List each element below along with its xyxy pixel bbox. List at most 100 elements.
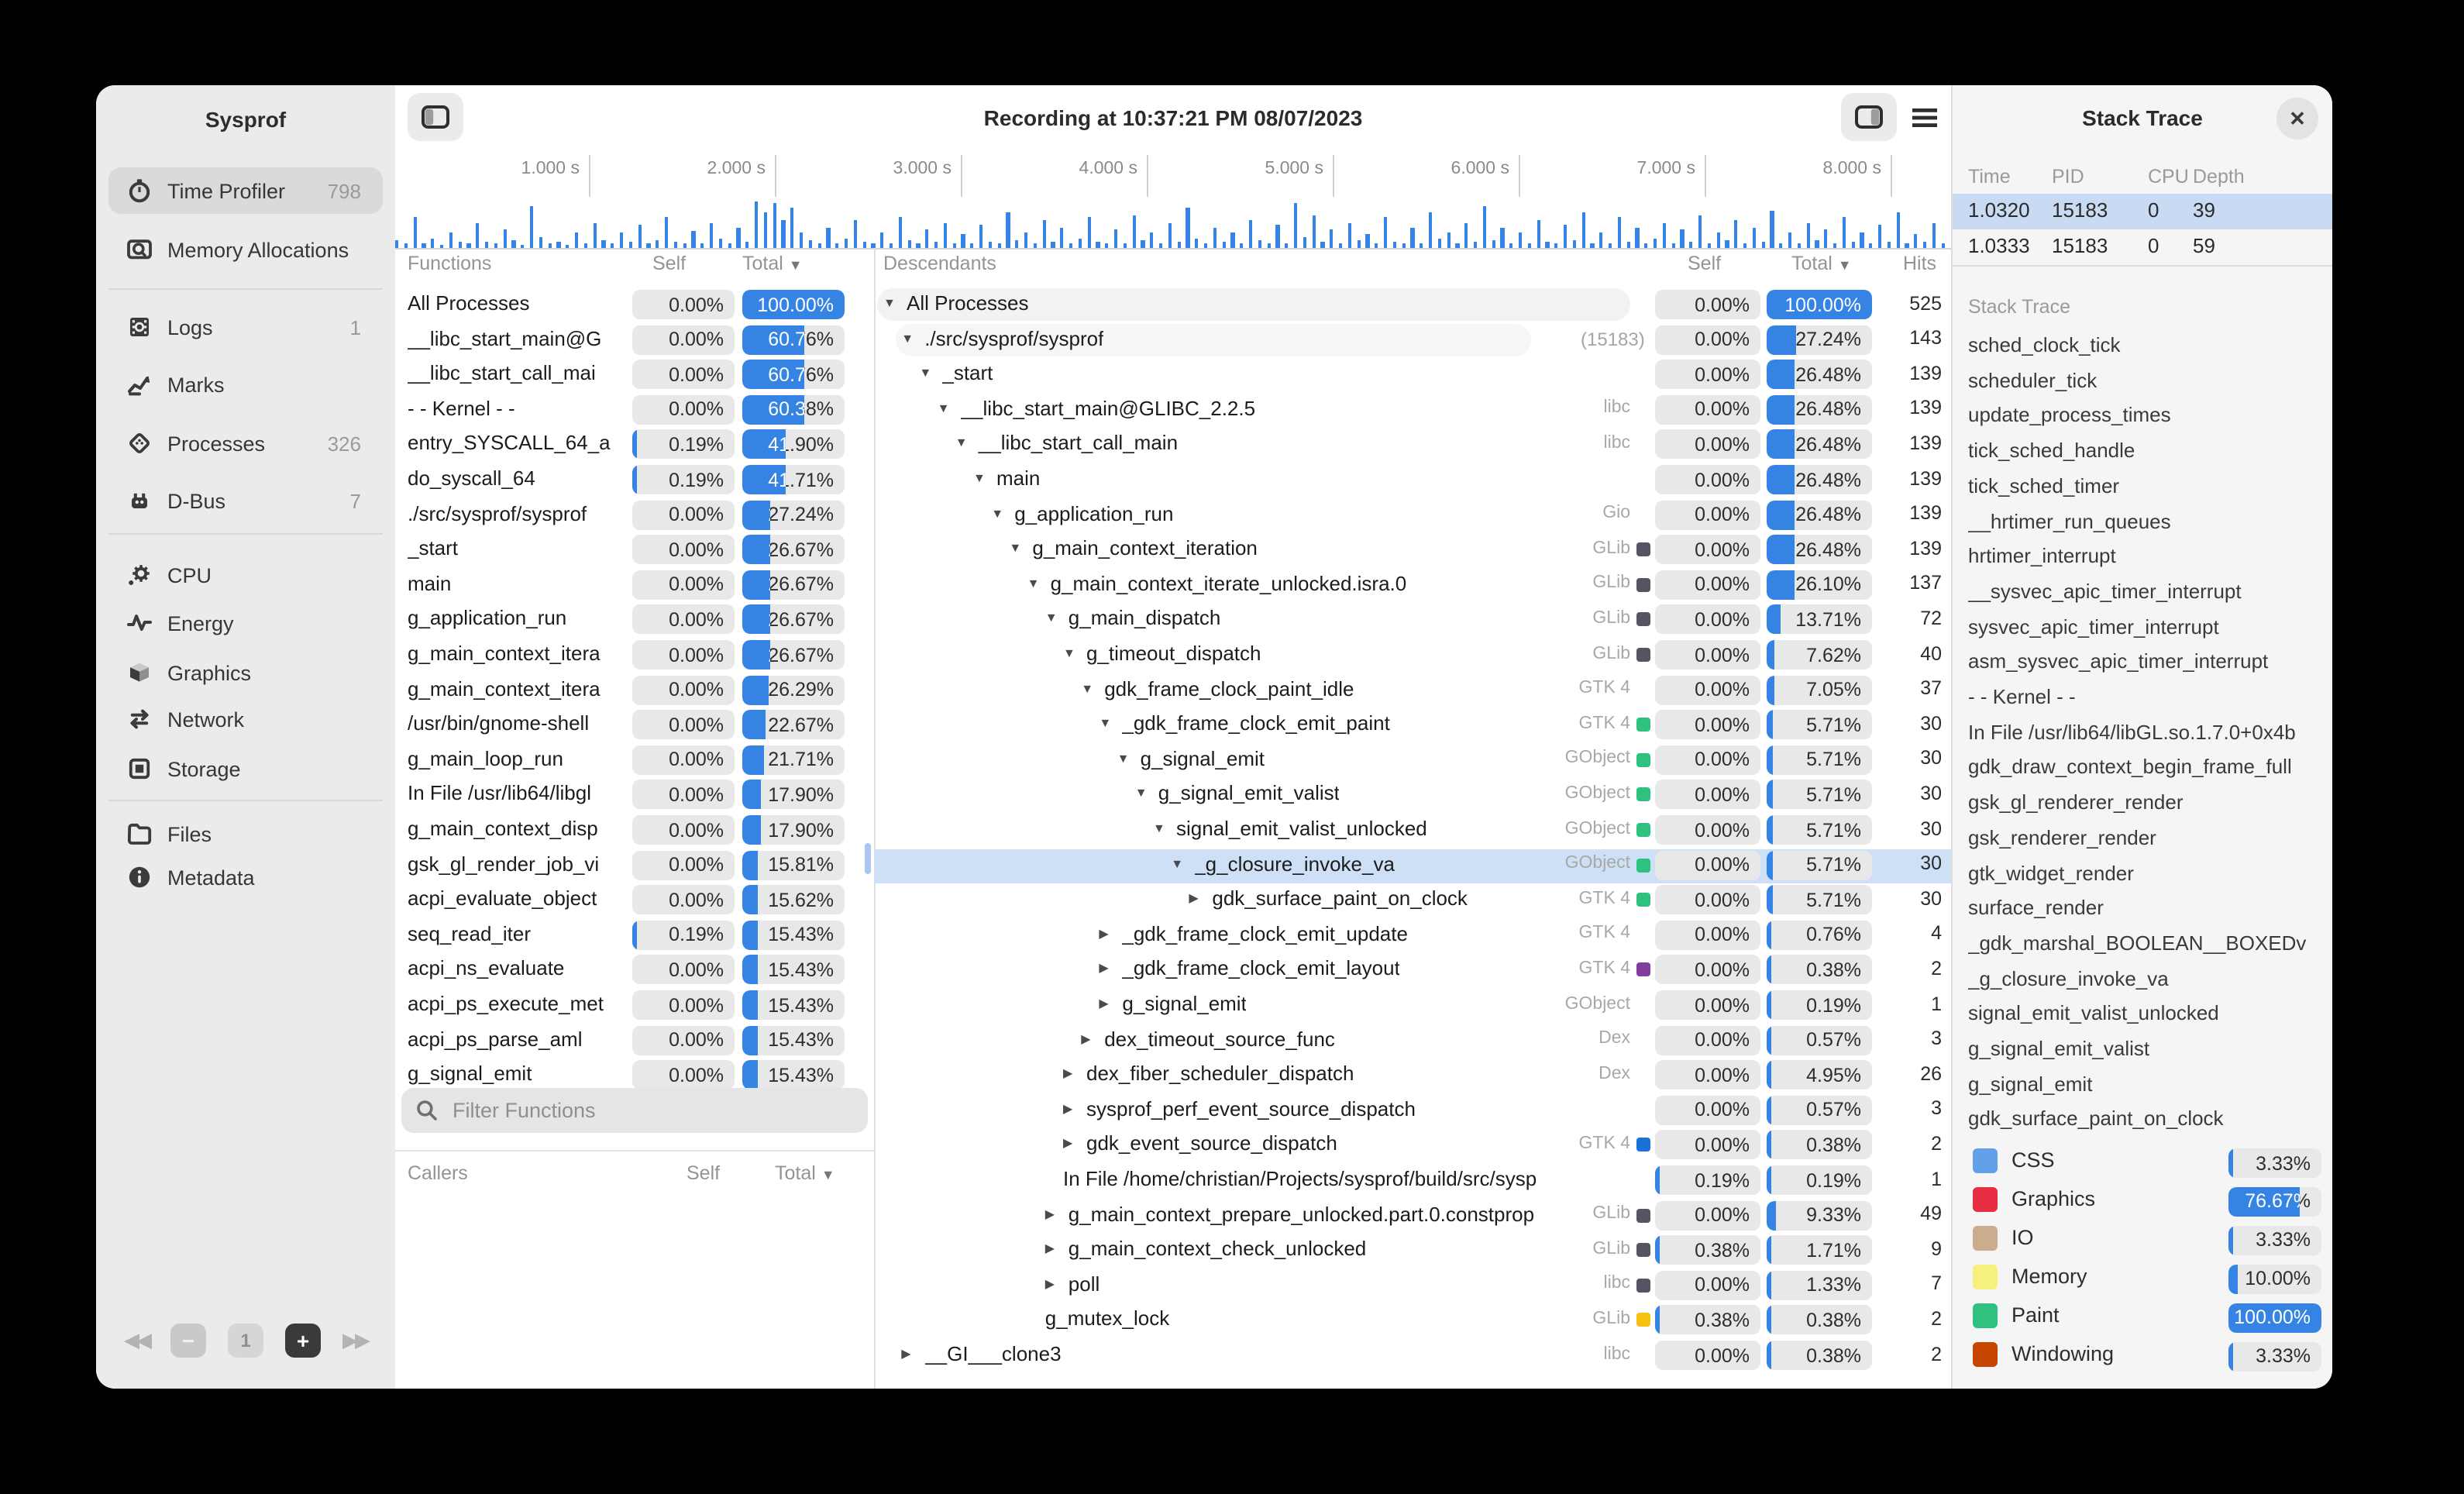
expander-closed-icon[interactable]: ▶ — [1045, 1277, 1055, 1291]
timeline-ruler[interactable]: 1.000 s2.000 s3.000 s4.000 s5.000 s6.000… — [395, 149, 1951, 197]
expander-open-icon[interactable]: ▼ — [1063, 646, 1075, 660]
filter-functions-input[interactable] — [449, 1097, 828, 1124]
callers-self-column-header[interactable]: Self — [687, 1162, 720, 1184]
expander-closed-icon[interactable]: ▶ — [1099, 997, 1108, 1010]
sidebar-item-marks[interactable]: Marks — [108, 361, 383, 408]
tree-row[interactable]: ▼_g_closure_invoke_vaGObject0.00%5.71%5.… — [874, 849, 1951, 883]
tree-row[interactable]: ▼g_main_dispatchGLib0.00%13.71%13.71%72 — [874, 604, 1951, 638]
function-row[interactable]: __libc_start_main@G0.00%60.76%60.76% — [395, 323, 874, 357]
expander-open-icon[interactable]: ▼ — [1135, 787, 1148, 800]
tree-row[interactable]: ▼__libc_start_call_mainlibc0.00%26.48%26… — [874, 429, 1951, 463]
expander-closed-icon[interactable]: ▶ — [1189, 891, 1198, 905]
descendants-column-header[interactable]: Descendants — [883, 253, 996, 274]
tree-row[interactable]: ▼All Processes0.00%100.00%100.00%525 — [874, 288, 1951, 322]
expander-closed-icon[interactable]: ▶ — [901, 1347, 910, 1361]
function-row[interactable]: g_main_context_disp0.00%17.90%17.90% — [395, 814, 874, 848]
tree-row[interactable]: ▶_gdk_frame_clock_emit_layoutGTK 40.00%0… — [874, 954, 1951, 988]
function-row[interactable]: do_syscall_640.19%0.19%41.71%41.71% — [395, 463, 874, 497]
tree-row[interactable]: ▼g_signal_emit_valistGObject0.00%5.71%5.… — [874, 779, 1951, 813]
tree-row[interactable]: ▶polllibc0.00%1.33%1.33%7 — [874, 1269, 1951, 1303]
function-row[interactable]: acpi_ps_parse_aml0.00%15.43%15.43% — [395, 1024, 874, 1058]
tree-row[interactable]: ▶gdk_event_source_dispatchGTK 40.00%0.38… — [874, 1129, 1951, 1163]
stack-frame-item[interactable]: _gdk_marshal_BOOLEAN__BOXEDv — [1968, 931, 2325, 962]
function-row[interactable]: g_main_loop_run0.00%21.71%21.71% — [395, 744, 874, 778]
stack-frame-item[interactable]: update_process_times — [1968, 404, 2325, 435]
tree-row[interactable]: ▶g_signal_emitGObject0.00%0.19%0.19%1 — [874, 989, 1951, 1023]
stack-frame-item[interactable]: gdk_draw_context_begin_frame_full — [1968, 756, 2325, 787]
expander-closed-icon[interactable]: ▶ — [1081, 1031, 1090, 1045]
primary-menu-button[interactable] — [1901, 93, 1948, 141]
descendants-hits-column-header[interactable]: Hits — [1903, 253, 1936, 274]
function-row[interactable]: seq_read_iter0.19%0.19%15.43%15.43% — [395, 919, 874, 953]
stack-frame-item[interactable]: gsk_gl_renderer_render — [1968, 790, 2325, 821]
function-row[interactable]: All Processes0.00%100.00%100.00% — [395, 288, 874, 322]
seek-forward-icon[interactable]: ▶▶ — [342, 1328, 367, 1353]
callers-total-column-header[interactable]: Total ▼ — [775, 1162, 835, 1184]
sidebar-item-storage[interactable]: Storage — [108, 745, 383, 792]
expander-open-icon[interactable]: ▼ — [901, 331, 914, 345]
sidebar-item-energy[interactable]: Energy — [108, 600, 383, 646]
descendants-self-column-header[interactable]: Self — [1688, 253, 1721, 274]
function-row[interactable]: gsk_gl_render_job_vi0.00%15.81%15.81% — [395, 849, 874, 883]
sidebar-item-memory-allocations[interactable]: Memory Allocations — [108, 226, 383, 273]
callers-column-header[interactable]: Callers — [408, 1162, 468, 1184]
stack-frame-item[interactable]: gdk_surface_paint_on_clock — [1968, 1107, 2325, 1138]
stack-frame-item[interactable]: g_signal_emit — [1968, 1072, 2325, 1103]
expander-closed-icon[interactable]: ▶ — [1099, 927, 1108, 941]
tree-row[interactable]: ▶gdk_surface_paint_on_clockGTK 40.00%5.7… — [874, 883, 1951, 917]
expander-open-icon[interactable]: ▼ — [1081, 681, 1093, 695]
sidebar-item-logs[interactable]: Logs1 — [108, 304, 383, 350]
function-row[interactable]: acpi_ps_execute_met0.00%15.43%15.43% — [395, 989, 874, 1023]
expander-open-icon[interactable]: ▼ — [883, 296, 896, 310]
sidebar-item-metadata[interactable]: Metadata — [108, 854, 383, 900]
expander-open-icon[interactable]: ▼ — [1099, 716, 1111, 730]
expander-closed-icon[interactable]: ▶ — [1063, 1066, 1072, 1080]
zoom-in-button[interactable]: + — [285, 1324, 321, 1358]
stack-frame-item[interactable]: sched_clock_tick — [1968, 333, 2325, 364]
close-icon[interactable]: ✕ — [2276, 98, 2318, 139]
tree-row[interactable]: ▼_start0.00%26.48%26.48%139 — [874, 358, 1951, 392]
stack-frame-item[interactable]: g_signal_emit_valist — [1968, 1037, 2325, 1068]
function-row[interactable]: _start0.00%26.67%26.67% — [395, 533, 874, 567]
tree-row[interactable]: ▶sysprof_perf_event_source_dispatch0.00%… — [874, 1094, 1951, 1128]
expander-open-icon[interactable]: ▼ — [955, 436, 968, 450]
expander-open-icon[interactable]: ▼ — [1009, 541, 1021, 555]
stack-frame-item[interactable]: __hrtimer_run_queues — [1968, 509, 2325, 540]
stack-frame-item[interactable]: - - Kernel - - — [1968, 685, 2325, 716]
tree-row[interactable]: ▼./src/sysprof/sysprof(15183)0.00%27.24%… — [874, 323, 1951, 357]
function-row[interactable]: g_signal_emit0.00%15.43%15.43% — [395, 1059, 874, 1088]
expander-open-icon[interactable]: ▼ — [1045, 611, 1058, 625]
stack-sample-row[interactable]: 1.032015183039 — [1953, 194, 2332, 229]
stack-frame-item[interactable]: signal_emit_valist_unlocked — [1968, 1002, 2325, 1033]
tree-row[interactable]: ▼g_main_context_iterationGLib0.00%26.48%… — [874, 533, 1951, 567]
stack-frame-item[interactable]: asm_sysvec_apic_timer_interrupt — [1968, 650, 2325, 681]
sidebar-item-d-bus[interactable]: D-Bus7 — [108, 477, 383, 524]
tree-row[interactable]: ▼g_timeout_dispatchGLib0.00%7.62%7.62%40 — [874, 639, 1951, 673]
tree-row[interactable]: ▶dex_timeout_source_funcDex0.00%0.57%0.5… — [874, 1024, 1951, 1058]
tree-row[interactable]: ▼g_main_context_iterate_unlocked.isra.0G… — [874, 569, 1951, 603]
tree-row[interactable]: ▶g_main_context_prepare_unlocked.part.0.… — [874, 1199, 1951, 1233]
function-row[interactable]: g_main_context_itera0.00%26.29%26.29% — [395, 673, 874, 707]
cpu-activity-chart[interactable] — [395, 197, 1951, 250]
stack-frame-item[interactable]: surface_render — [1968, 896, 2325, 927]
sidebar-item-processes[interactable]: Processes326 — [108, 420, 383, 466]
stack-frame-item[interactable]: gsk_renderer_render — [1968, 826, 2325, 857]
expander-closed-icon[interactable]: ▶ — [1063, 1102, 1072, 1116]
stack-frame-item[interactable]: gtk_widget_render — [1968, 861, 2325, 892]
expander-open-icon[interactable]: ▼ — [991, 506, 1003, 520]
stack-frame-item[interactable]: sysvec_apic_timer_interrupt — [1968, 614, 2325, 645]
tree-row[interactable]: ▼__libc_start_main@GLIBC_2.2.5libc0.00%2… — [874, 394, 1951, 428]
function-row[interactable]: main0.00%26.67%26.67% — [395, 569, 874, 603]
stack-frame-item[interactable]: In File /usr/lib64/libGL.so.1.7.0+0x4b — [1968, 720, 2325, 751]
stack-frame-item[interactable]: hrtimer_interrupt — [1968, 544, 2325, 575]
stack-frame-item[interactable]: tick_sched_handle — [1968, 439, 2325, 470]
expander-open-icon[interactable]: ▼ — [973, 471, 986, 485]
sidebar-item-network[interactable]: Network — [108, 696, 383, 742]
toggle-right-panel-button[interactable] — [1841, 93, 1897, 141]
expander-closed-icon[interactable]: ▶ — [1045, 1241, 1055, 1255]
expander-open-icon[interactable]: ▼ — [1117, 752, 1130, 766]
tree-row[interactable]: ▶g_main_context_check_unlockedGLib0.38%0… — [874, 1234, 1951, 1268]
sidebar-item-files[interactable]: Files — [108, 811, 383, 857]
sidebar-item-cpu[interactable]: CPU — [108, 552, 383, 598]
seek-backward-icon[interactable]: ◀◀ — [124, 1328, 149, 1353]
